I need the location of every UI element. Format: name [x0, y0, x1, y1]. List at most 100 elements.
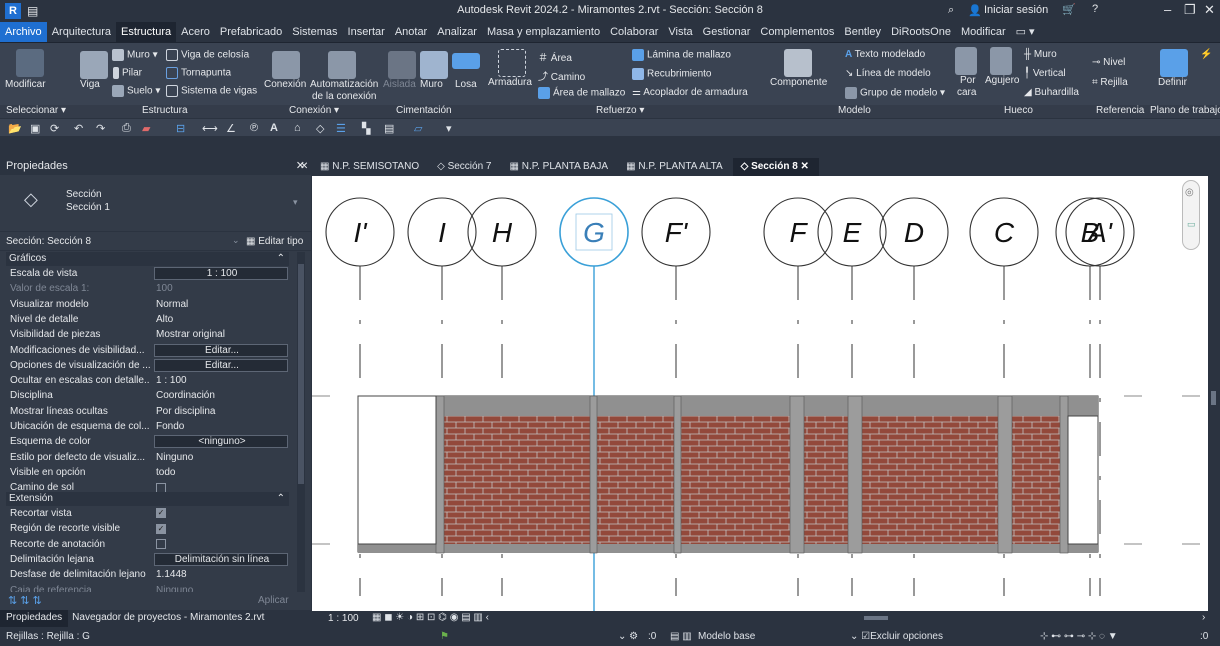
modify-arrow-icon[interactable] [16, 49, 44, 77]
zoom-icon[interactable]: ▭ [1187, 219, 1196, 230]
viga-celosia-button[interactable]: Viga de celosía [166, 49, 249, 61]
property-value[interactable] [154, 537, 288, 552]
column[interactable] [673, 395, 682, 554]
steering-wheel-icon[interactable]: ◎ [1185, 187, 1194, 198]
connection-automation-icon[interactable] [328, 51, 356, 79]
show-workplane-icon[interactable]: ⚡ [1200, 49, 1212, 60]
wall-foundation-icon[interactable] [420, 51, 448, 79]
componente-button[interactable]: Componente [770, 77, 827, 88]
property-row[interactable]: Valor de escala 1: 100 [6, 281, 289, 296]
view-tab[interactable]: ▦ N.P. PLANTA ALTA [618, 158, 733, 176]
selection-filters-icons[interactable]: ⊹ ⊷ ⊶ ⊸ ⊹ ◌ ▼ [1040, 631, 1118, 642]
restore-button[interactable]: ❐ [1184, 2, 1196, 18]
panel-close-icon[interactable]: ✕ [300, 158, 308, 175]
print-icon[interactable]: ⎙ [122, 122, 131, 135]
property-value[interactable]: 1 : 100 [154, 267, 288, 280]
buhardilla-button[interactable]: ◢ Buhardilla [1024, 87, 1079, 98]
foundation-beam[interactable] [358, 544, 1098, 553]
property-row[interactable]: Visibilidad de piezas Mostrar original [6, 327, 289, 342]
component-icon[interactable] [784, 49, 812, 77]
property-value[interactable]: ✓ [154, 521, 288, 536]
quick-access-icon[interactable]: ▤ [27, 4, 38, 18]
excluir-opciones[interactable]: ⌄ ☑Excluir opciones [850, 631, 943, 642]
instance-chevron-icon[interactable]: ⌄ [232, 235, 240, 246]
revit-logo-icon[interactable]: R [5, 3, 21, 19]
property-value[interactable]: 1 : 100 [154, 373, 288, 388]
brick-infill[interactable] [436, 408, 1068, 544]
workplane-icon[interactable] [1160, 49, 1188, 77]
column[interactable] [589, 395, 598, 554]
camera-icon[interactable]: ▭ ▾ [1011, 22, 1040, 42]
edit-type-button[interactable]: ▦ Editar tipo [246, 236, 303, 247]
worksets-icon[interactable]: ⌄ ⚙ [618, 631, 638, 642]
property-value[interactable]: Fondo [154, 419, 288, 434]
menu-prefabricado[interactable]: Prefabricado [215, 22, 287, 42]
design-options-icon[interactable]: ▤ ▥ [670, 631, 692, 642]
recubrimiento-button[interactable]: Recubrimiento [632, 68, 711, 80]
instance-filter[interactable]: Sección: Sección 8 ⌄ ▦ Editar tipo [0, 231, 311, 251]
properties-scrollbar[interactable] [297, 252, 305, 592]
group-conexion[interactable]: Conexión ▾ [289, 105, 339, 116]
property-value[interactable]: todo [154, 465, 288, 480]
property-value[interactable]: Por disciplina [154, 404, 288, 419]
property-row[interactable]: Ocultar en escalas con detalle... 1 : 100 [6, 373, 289, 388]
column[interactable] [789, 395, 805, 554]
menu-modificar[interactable]: Modificar [956, 22, 1011, 42]
section-drawing[interactable]: I' I H G F' F E D C BA' [312, 176, 1208, 611]
nivel-button[interactable]: ⊸ Nivel [1092, 57, 1125, 68]
scroll-thumb[interactable] [298, 264, 304, 484]
open-icon[interactable]: 📂 [8, 122, 22, 135]
property-row[interactable]: Nivel de detalle Alto [6, 312, 289, 327]
chevron-down-icon[interactable]: ▾ [293, 197, 298, 208]
type-selector[interactable]: ◇ Sección Sección 1 ▾ [0, 175, 311, 231]
measure-icon[interactable]: ⊟ [176, 122, 185, 135]
menu-acero[interactable]: Acero [176, 22, 215, 42]
property-row[interactable]: Opciones de visualización de ... Editar..… [6, 358, 289, 373]
menu-analizar[interactable]: Analizar [432, 22, 482, 42]
property-value[interactable]: Editar... [154, 343, 288, 357]
menu-colaborar[interactable]: Colaborar [605, 22, 663, 42]
acoplador-button[interactable]: ⚌ Acoplador de armadura [632, 87, 748, 98]
property-row[interactable]: Estilo por defecto de visualiz... Ninguno [6, 450, 289, 465]
horizontal-scroll-thumb[interactable] [864, 616, 888, 620]
checkbox[interactable]: ✓ [156, 523, 166, 534]
beam-icon[interactable] [80, 51, 108, 79]
section-graficos[interactable]: Gráficos ⌃ [6, 252, 289, 266]
viga-button[interactable]: Viga [80, 79, 100, 90]
camino-button[interactable]: ⤴ Camino [538, 68, 585, 83]
property-row[interactable]: Disciplina Coordinación [6, 388, 289, 403]
column[interactable] [1059, 395, 1069, 554]
signin-link[interactable]: Iniciar sesión [984, 4, 1048, 16]
property-value[interactable]: 1.1448 [154, 567, 288, 582]
menu-sistemas[interactable]: Sistemas [287, 22, 342, 42]
switch-windows-icon[interactable]: ▤ [384, 122, 394, 135]
redo-icon[interactable]: ↷ [96, 122, 105, 135]
property-value[interactable]: Editar... [154, 358, 288, 372]
close-views-icon[interactable]: ▚ [362, 122, 370, 135]
rebar-icon[interactable] [498, 49, 526, 77]
customize-qat-icon[interactable]: ▾ [446, 122, 452, 135]
muro-button[interactable]: Muro ▾ [112, 49, 158, 61]
section-icon[interactable]: ◇ [316, 122, 324, 135]
losa-button[interactable]: Losa [455, 79, 477, 90]
text-icon[interactable]: A [270, 122, 278, 134]
property-value[interactable]: <ninguno> [154, 435, 288, 449]
rejilla-button[interactable]: ⌗ Rejilla [1092, 77, 1128, 88]
canvas-scroll-thumb[interactable] [1211, 391, 1216, 405]
property-value[interactable]: 100 [154, 281, 288, 296]
tornapunta-button[interactable]: Tornapunta [166, 67, 231, 79]
menu-vista[interactable]: Vista [663, 22, 697, 42]
sync-icon[interactable]: ⟳ [50, 122, 59, 135]
property-row[interactable]: Mostrar líneas ocultas Por disciplina [6, 404, 289, 419]
property-value[interactable]: Normal [154, 297, 288, 312]
shaft-icon[interactable] [990, 47, 1012, 75]
tab-propiedades[interactable]: Propiedades [0, 610, 69, 627]
conexion-button[interactable]: Conexión [264, 79, 306, 90]
3d-view-icon[interactable]: ⌂ [294, 122, 301, 134]
property-value[interactable]: Mostrar original [154, 327, 288, 342]
area-mallazo-button[interactable]: Área de mallazo [538, 87, 625, 99]
thin-lines-icon[interactable]: ☰ [336, 122, 346, 135]
checkbox[interactable]: ✓ [156, 508, 166, 519]
menu-archivo[interactable]: Archivo [0, 22, 47, 42]
por-cara-button[interactable]: Por [960, 75, 976, 86]
